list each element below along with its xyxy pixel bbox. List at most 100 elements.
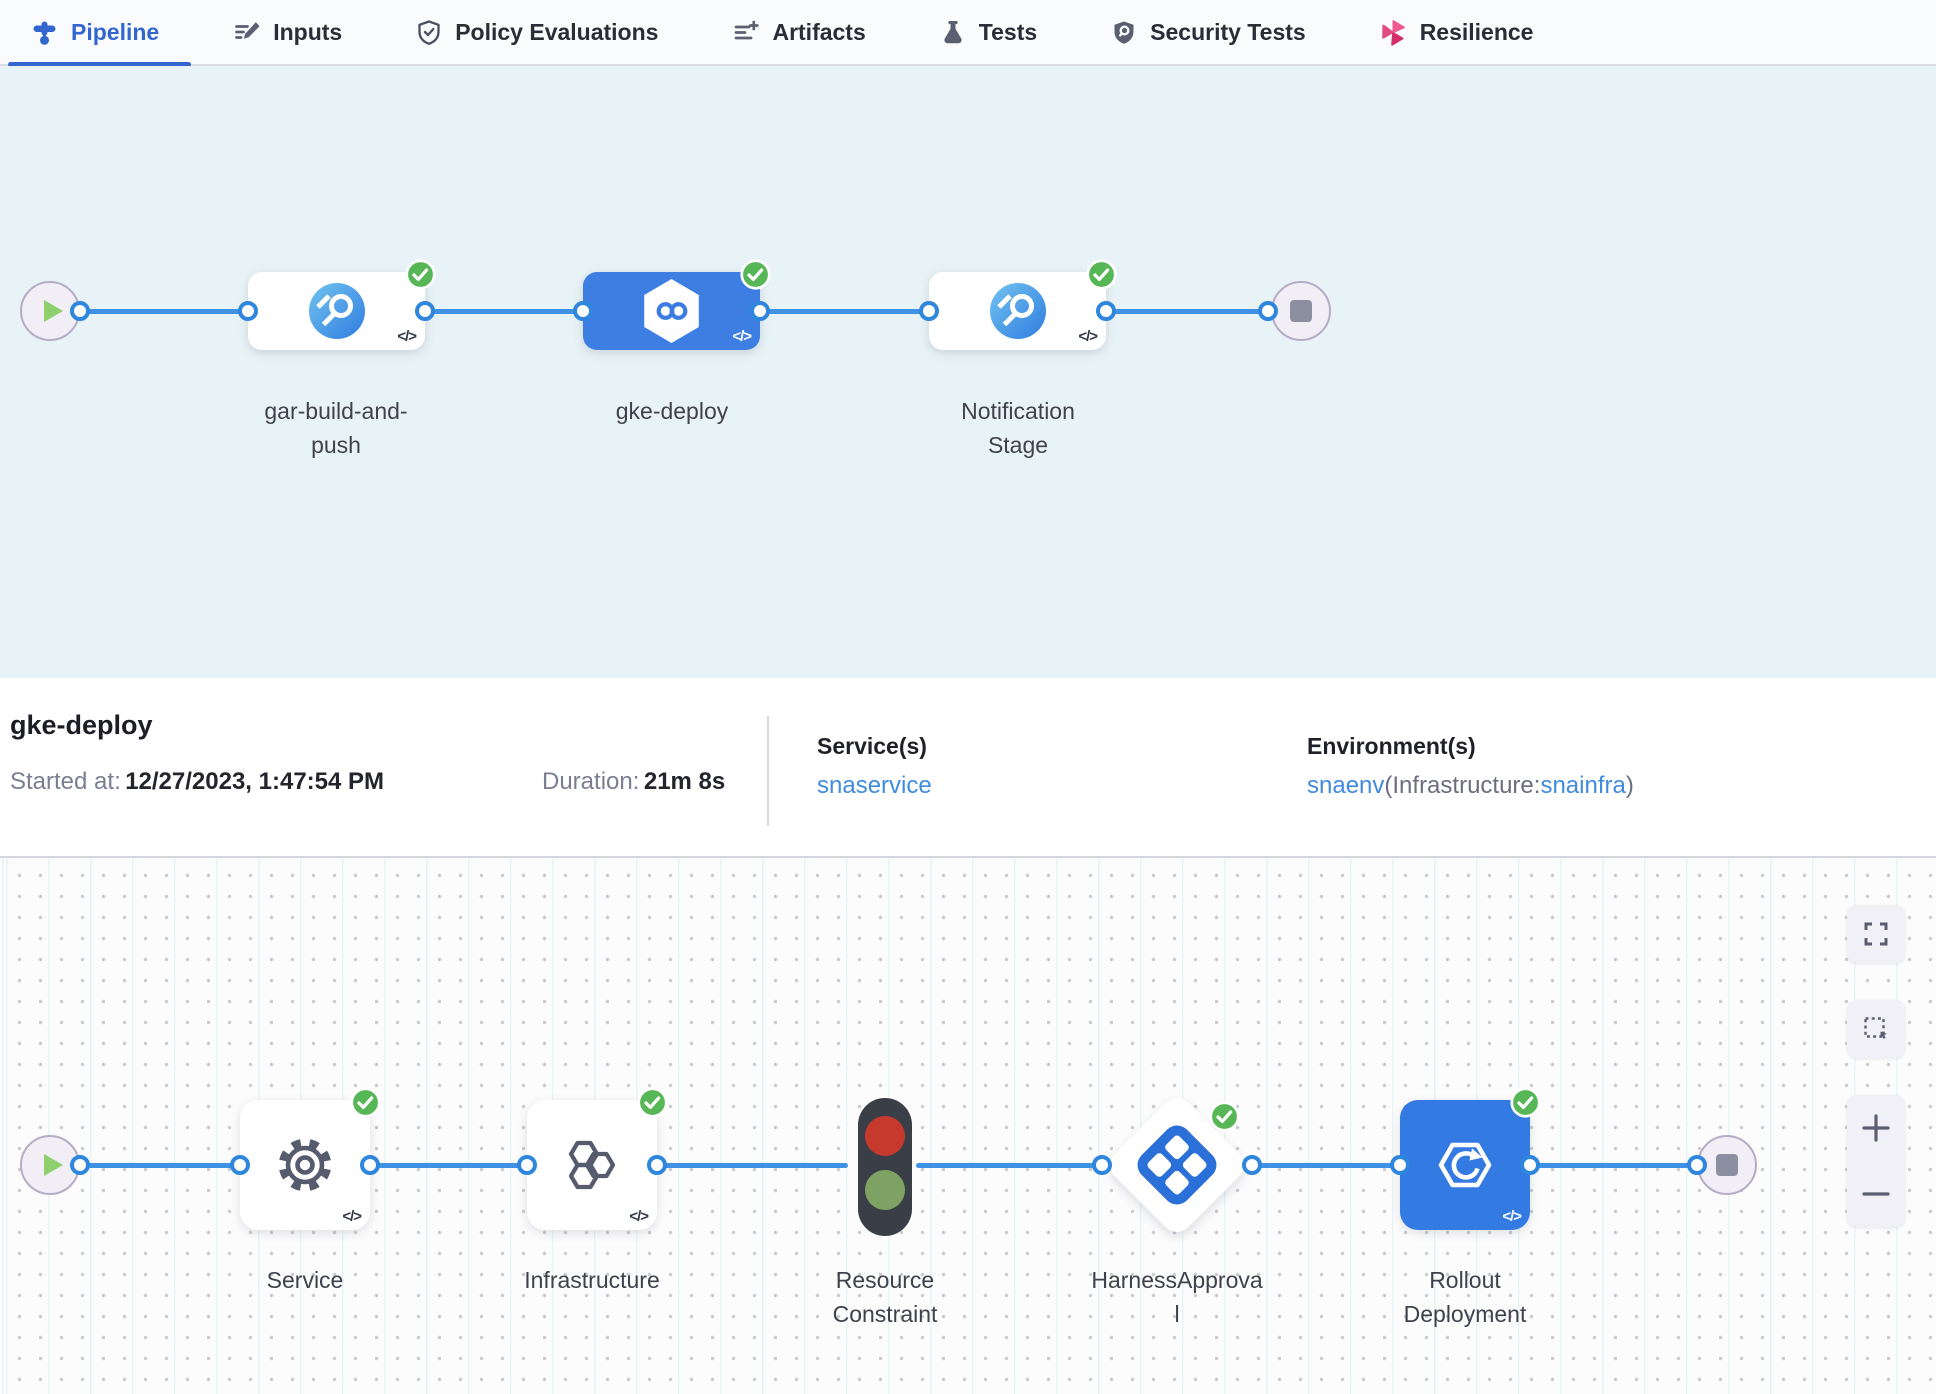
custom-stage-icon	[989, 282, 1047, 340]
step-card-rollout-deployment[interactable]: </>	[1400, 1100, 1530, 1230]
connector-port	[647, 1155, 667, 1175]
success-badge-icon	[637, 1087, 668, 1118]
success-badge-icon	[405, 259, 436, 290]
connector-port	[230, 1155, 250, 1175]
tab-pipeline[interactable]: Pipeline	[30, 0, 159, 65]
yaml-code-toggle[interactable]: </>	[1078, 328, 1097, 345]
divider	[767, 716, 769, 826]
tab-bar: Pipeline Inputs Policy Evaluations	[0, 0, 1936, 66]
yaml-code-toggle[interactable]: </>	[732, 328, 751, 345]
tab-label: Artifacts	[772, 19, 865, 46]
success-badge-icon	[1510, 1087, 1541, 1118]
tab-label: Policy Evaluations	[455, 19, 658, 46]
hexagons-icon	[564, 1136, 620, 1194]
marquee-select-button[interactable]	[1847, 1000, 1905, 1058]
infrastructure-link[interactable]: snainfra	[1540, 772, 1625, 799]
connector-port	[70, 301, 90, 321]
pipeline-icon	[30, 18, 58, 46]
environment-link[interactable]: snaenv	[1307, 772, 1384, 799]
yaml-code-toggle[interactable]: </>	[342, 1208, 361, 1225]
connector-port	[1096, 301, 1116, 321]
connector-port	[919, 301, 939, 321]
services-block: Service(s) snaservice	[817, 733, 932, 800]
ci-stage-icon	[308, 282, 366, 340]
success-badge-icon	[1086, 259, 1117, 290]
stage-graph-canvas[interactable]: </> </>	[0, 66, 1936, 678]
tab-label: Resilience	[1420, 19, 1534, 46]
cd-stage-icon	[643, 279, 701, 343]
step-label: Infrastructure	[524, 1263, 660, 1297]
connector-line	[916, 1163, 1697, 1168]
tab-security-tests[interactable]: Security Tests	[1111, 0, 1306, 65]
connector-port	[750, 301, 770, 321]
connector-port	[1258, 301, 1278, 321]
fullscreen-icon	[1862, 920, 1890, 948]
artifacts-list-plus-icon	[732, 19, 759, 45]
gear-icon	[276, 1136, 334, 1194]
tab-resilience[interactable]: Resilience	[1380, 0, 1534, 65]
step-graph-canvas[interactable]: </> </>	[0, 858, 1936, 1394]
started-at: Started at: 12/27/2023, 1:47:54 PM	[10, 768, 384, 796]
connector-port	[1092, 1155, 1112, 1175]
security-shield-icon	[1111, 19, 1137, 46]
inputs-icon	[233, 19, 260, 45]
duration-label: Duration:	[542, 768, 639, 795]
connector-port	[573, 301, 593, 321]
connector-port	[1520, 1155, 1540, 1175]
tab-tests[interactable]: Tests	[940, 0, 1037, 65]
stage-label: Notification Stage	[943, 394, 1093, 462]
connector-port	[1390, 1155, 1410, 1175]
end-node	[1271, 281, 1331, 341]
step-card-infrastructure[interactable]: </>	[527, 1100, 657, 1230]
success-badge-icon	[1209, 1101, 1240, 1132]
stage-card-notification-stage[interactable]: </>	[929, 272, 1106, 350]
stage-card-gar-build-and-push[interactable]: </>	[248, 272, 425, 350]
tab-label: Tests	[979, 19, 1037, 46]
stage-card-gke-deploy[interactable]: </>	[583, 272, 760, 350]
zoom-out-icon[interactable]	[1860, 1178, 1892, 1210]
duration-value: 21m 8s	[644, 768, 725, 795]
play-icon	[44, 1154, 63, 1176]
started-at-value: 12/27/2023, 1:47:54 PM	[125, 768, 384, 795]
step-resource-constraint traffic-light-icon[interactable]	[858, 1098, 912, 1236]
selected-stage-title: gke-deploy	[10, 710, 153, 741]
services-header: Service(s)	[817, 733, 932, 760]
traffic-red-light	[865, 1116, 905, 1156]
yaml-code-toggle[interactable]: </>	[629, 1208, 648, 1225]
tab-label: Security Tests	[1150, 19, 1306, 46]
approval-diamond-icon	[1132, 1120, 1223, 1211]
tab-label: Pipeline	[71, 19, 159, 46]
connector-port	[1687, 1155, 1707, 1175]
step-label: Rollout Deployment	[1385, 1263, 1545, 1331]
success-badge-icon	[740, 259, 771, 290]
stop-icon	[1716, 1154, 1738, 1176]
service-link[interactable]: snaservice	[817, 772, 932, 799]
play-icon	[44, 300, 63, 322]
stop-icon	[1290, 300, 1312, 322]
step-card-service[interactable]: </>	[240, 1100, 370, 1230]
fullscreen-button[interactable]	[1847, 905, 1905, 963]
zoom-in-icon[interactable]	[1860, 1112, 1892, 1144]
tab-inputs[interactable]: Inputs	[233, 0, 342, 65]
step-label: Resource Constraint	[813, 1263, 958, 1331]
yaml-code-toggle[interactable]: </>	[397, 328, 416, 345]
traffic-green-light	[865, 1170, 905, 1210]
connector-port	[238, 301, 258, 321]
stage-label: gar-build-and-push	[246, 394, 426, 462]
yaml-code-toggle[interactable]: </>	[1502, 1208, 1521, 1225]
started-at-label: Started at:	[10, 768, 121, 795]
connector-port	[1242, 1155, 1262, 1175]
connector-port	[360, 1155, 380, 1175]
tab-artifacts[interactable]: Artifacts	[732, 0, 865, 65]
pipeline-execution-page: Pipeline Inputs Policy Evaluations	[0, 0, 1936, 1394]
success-badge-icon	[350, 1087, 381, 1118]
step-label: HarnessApproval	[1089, 1263, 1265, 1331]
step-label: Service	[267, 1263, 344, 1297]
connector-port	[70, 1155, 90, 1175]
infrastructure-suffix: )	[1626, 772, 1634, 799]
tab-policy-evaluations[interactable]: Policy Evaluations	[416, 0, 658, 65]
policy-shield-check-icon	[416, 19, 442, 46]
environments-header: Environment(s)	[1307, 733, 1634, 760]
connector-port	[415, 301, 435, 321]
stage-label: gke-deploy	[616, 394, 729, 428]
